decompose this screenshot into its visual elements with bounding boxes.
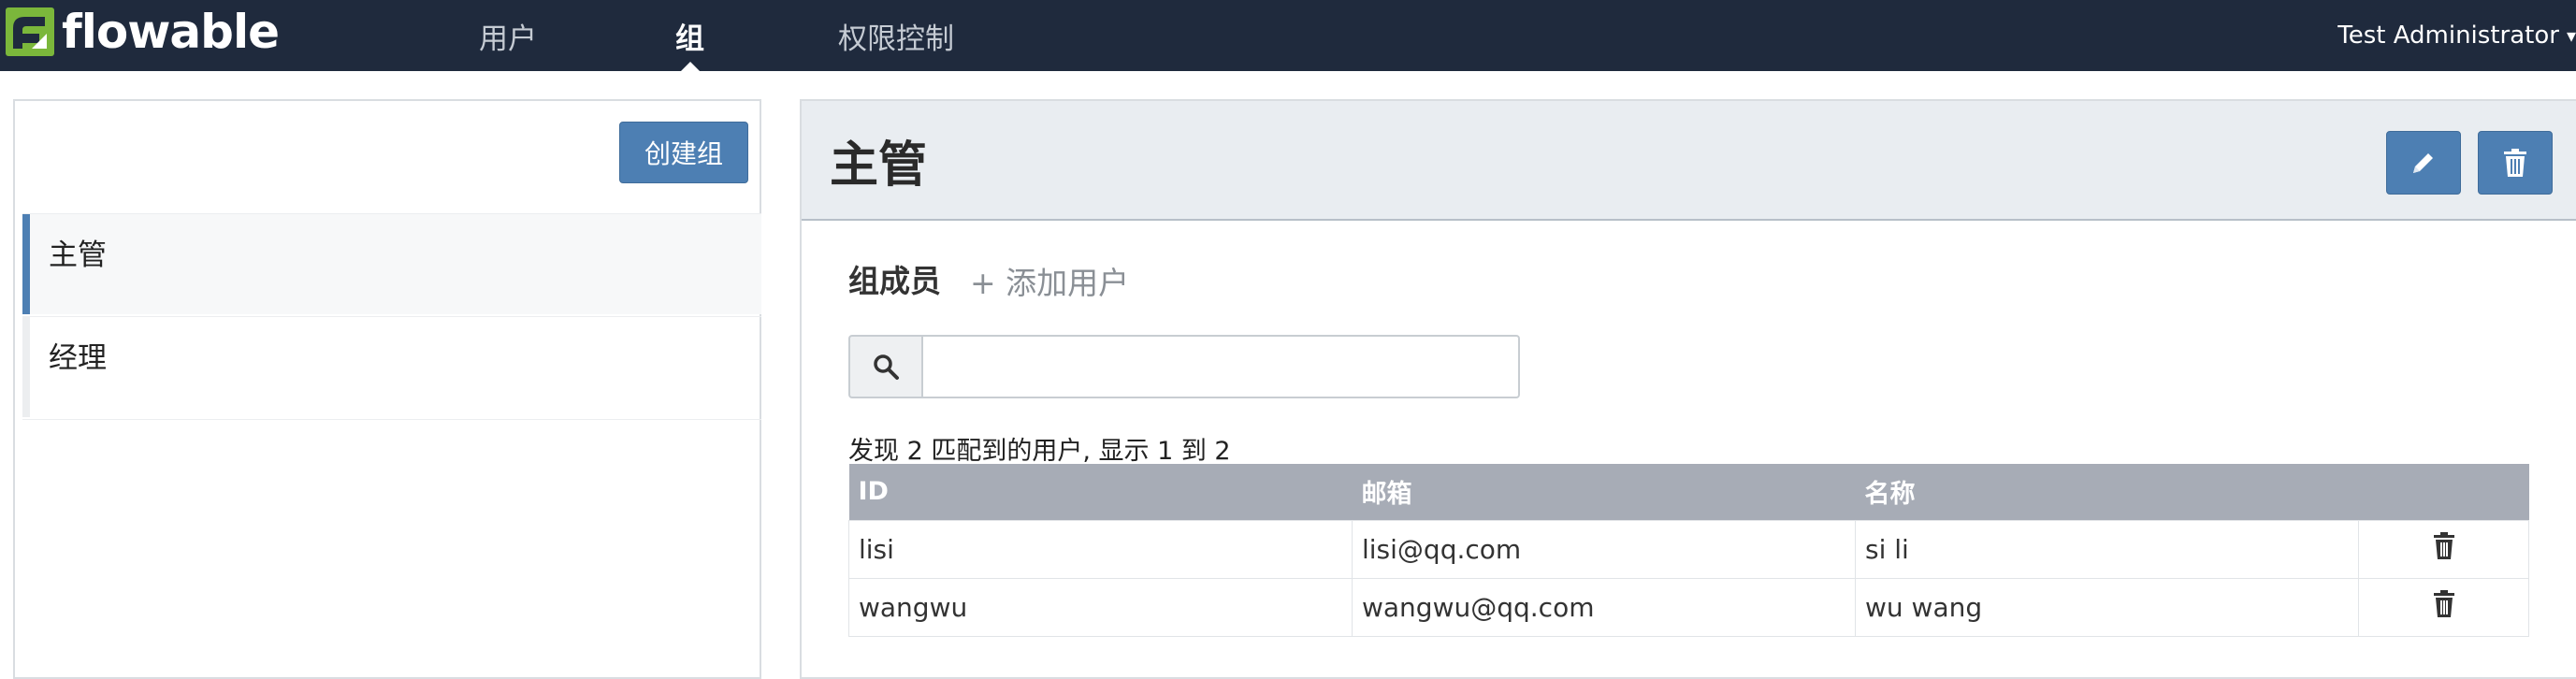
brand-name: flowable — [62, 5, 280, 59]
active-tab-indicator — [679, 62, 701, 72]
result-count-text: 发现 2 匹配到的用户, 显示 1 到 2 — [848, 437, 1231, 466]
cell-email: wangwu@qq.com — [1352, 577, 1856, 637]
cell-actions — [2358, 519, 2529, 579]
group-item-label: 经理 — [49, 341, 107, 375]
tab-privileges-label: 权限控制 — [838, 22, 954, 56]
member-search-input[interactable] — [921, 335, 1520, 398]
user-name: Test Administrator — [2337, 22, 2559, 50]
pencil-icon — [2413, 153, 2433, 173]
cell-email: lisi@qq.com — [1352, 519, 1856, 579]
tab-users-label: 用户 — [479, 22, 537, 56]
column-header-email[interactable]: 邮箱 — [1352, 464, 1856, 520]
create-group-button[interactable]: 创建组 — [619, 122, 748, 183]
column-header-actions — [2358, 464, 2529, 520]
members-heading: 组成员 — [848, 263, 941, 299]
group-item-supervisor[interactable]: 主管 — [22, 213, 761, 314]
group-detail-panel: 主管 组成员 + 添加用户 发现 2 匹配到的用户, 显示 1 到 2 ID 邮… — [800, 99, 2576, 679]
edit-group-button[interactable] — [2386, 131, 2461, 195]
remove-member-button[interactable] — [2433, 589, 2455, 625]
delete-group-button[interactable] — [2478, 131, 2553, 195]
group-item-label: 主管 — [49, 238, 107, 272]
chevron-down-icon: ▾ — [2566, 24, 2576, 47]
column-header-name[interactable]: 名称 — [1855, 464, 2359, 520]
trash-icon — [2433, 589, 2454, 617]
cell-actions — [2358, 577, 2529, 637]
tab-groups-label: 组 — [675, 22, 704, 56]
cell-name: wu wang — [1855, 577, 2359, 637]
table-row[interactable]: lisi lisi@qq.com si li — [848, 519, 2529, 579]
members-table: ID 邮箱 名称 lisi lisi@qq.com si li wangwu w… — [848, 464, 2529, 637]
cell-id: lisi — [848, 519, 1353, 579]
tab-privileges[interactable]: 权限控制 — [838, 0, 954, 71]
flowable-logo-icon — [4, 6, 56, 58]
search-addon — [848, 335, 921, 398]
remove-member-button[interactable] — [2433, 531, 2455, 567]
group-item-manager[interactable]: 经理 — [22, 316, 761, 417]
search-icon — [874, 354, 899, 380]
table-row[interactable]: wangwu wangwu@qq.com wu wang — [848, 577, 2529, 637]
tab-groups[interactable]: 组 — [675, 0, 704, 72]
cell-name: si li — [1855, 519, 2359, 579]
flowable-logo[interactable]: flowable — [4, 5, 280, 59]
user-menu[interactable]: Test Administrator ▾ — [2337, 0, 2576, 71]
group-title: 主管 — [830, 137, 928, 194]
trash-icon — [2433, 531, 2454, 559]
tab-users[interactable]: 用户 — [479, 0, 537, 71]
column-header-id[interactable]: ID — [848, 464, 1353, 520]
table-header-row: ID 邮箱 名称 — [848, 464, 2529, 520]
add-user-link[interactable]: + 添加用户 — [970, 258, 1129, 303]
cell-id: wangwu — [848, 577, 1353, 637]
top-navbar: flowable 用户 组 权限控制 Test Administrator ▾ — [0, 0, 2576, 72]
detail-header: 主管 — [802, 101, 2576, 221]
divider — [22, 419, 761, 420]
group-list-panel: 创建组 主管 经理 — [13, 99, 761, 679]
trash-icon — [2504, 149, 2526, 177]
